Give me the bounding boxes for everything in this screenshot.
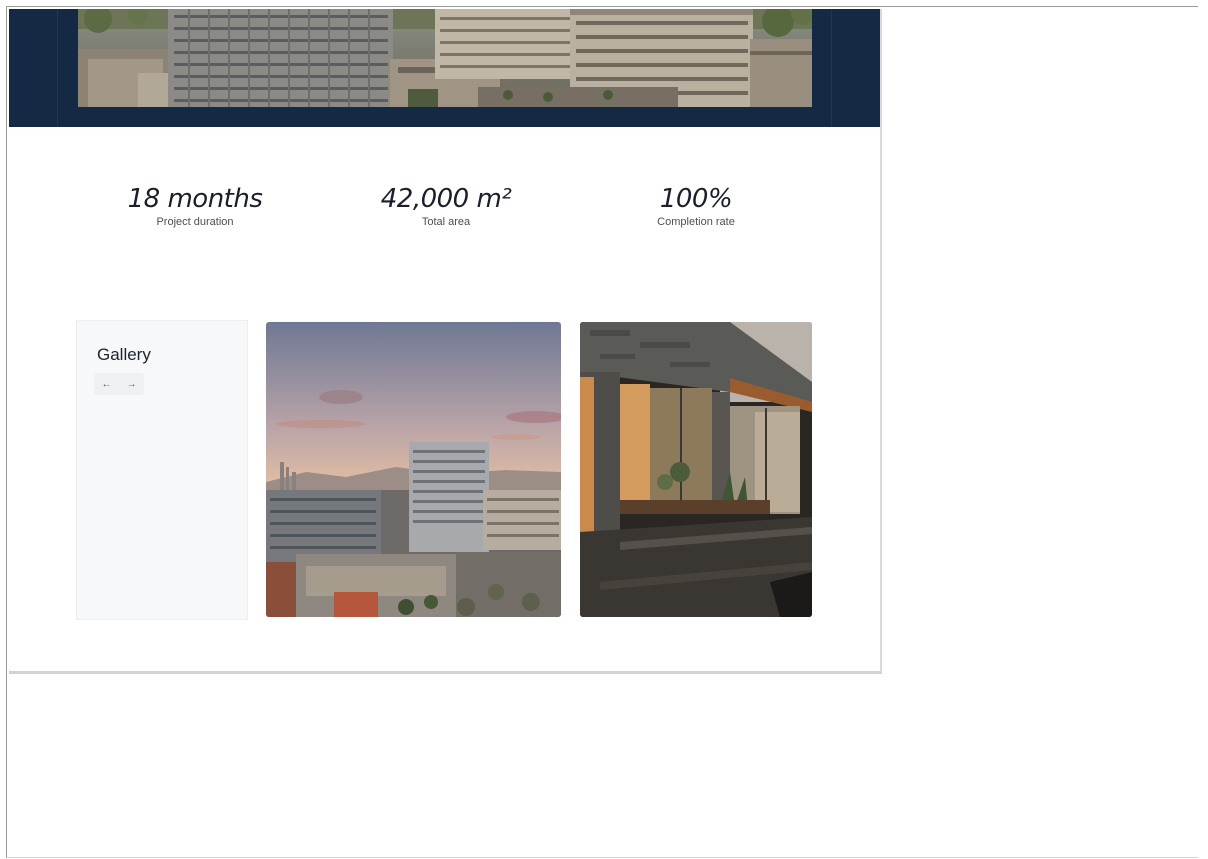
hero-banner: [9, 9, 880, 127]
hero-image: [78, 9, 812, 107]
gallery-prev-button[interactable]: ←: [94, 373, 119, 395]
stat-value: 18 months: [127, 184, 263, 214]
gallery-next-button[interactable]: →: [119, 373, 144, 395]
stat-label: Project duration: [156, 216, 234, 228]
gallery-nav: ← →: [94, 373, 144, 395]
hero-divider: [57, 9, 58, 127]
gallery-title: Gallery: [97, 345, 151, 364]
stat-label: Completion rate: [657, 216, 735, 228]
project-stats: 18 months Project duration 42,000 m² Tot…: [9, 179, 880, 249]
gallery-image-pavilion[interactable]: [580, 322, 812, 617]
stat-area: 42,000 m² Total area: [326, 179, 566, 228]
arrow-right-icon: →: [126, 378, 137, 390]
stat-value: 100%: [659, 184, 733, 214]
project-page: 18 months Project duration 42,000 m² Tot…: [9, 9, 882, 674]
gallery-panel: Gallery ← →: [76, 320, 248, 620]
stat-label: Total area: [421, 216, 471, 228]
hero-divider: [831, 9, 832, 127]
stat-value: 42,000 m²: [380, 184, 512, 214]
gallery-image-tower[interactable]: [266, 322, 561, 617]
stat-completion: 100% Completion rate: [576, 179, 816, 228]
stat-duration: 18 months Project duration: [75, 179, 315, 228]
arrow-left-icon: ←: [101, 378, 112, 390]
